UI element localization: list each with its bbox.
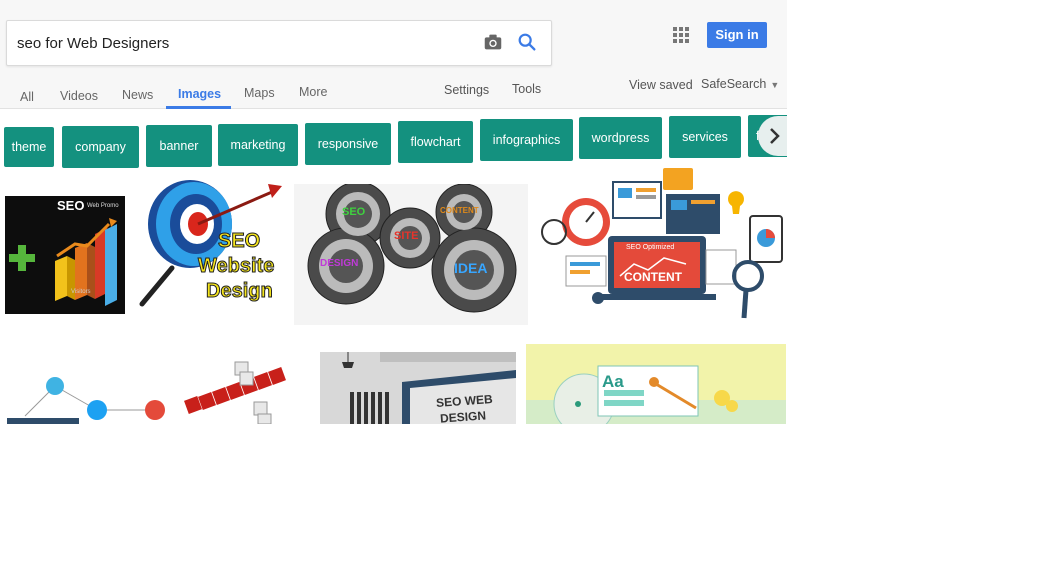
chevron-right-icon (770, 128, 780, 144)
seo-optimized-text: SEO Optimized (626, 244, 675, 251)
tab-images[interactable]: Images (178, 87, 221, 101)
search-header: Sign in All Videos News Images Maps More… (0, 0, 787, 109)
image-result-gears[interactable]: SEO SITE CONTENT DESIGN IDEA (294, 184, 528, 325)
tab-maps[interactable]: Maps (244, 86, 275, 100)
tab-videos[interactable]: Videos (60, 89, 98, 103)
gear-site-text: SITE (394, 230, 419, 242)
chevron-down-icon: ▼ (770, 79, 780, 90)
related-chips: theme company banner marketing responsiv… (0, 112, 787, 168)
chip-company[interactable]: company (62, 126, 139, 168)
search-input[interactable] (17, 30, 457, 56)
search-box[interactable] (6, 20, 552, 66)
safesearch-menu[interactable]: SafeSearch ▼ (701, 77, 779, 91)
chip-services[interactable]: services (669, 116, 741, 158)
screenshot-area: Sign in All Videos News Images Maps More… (0, 0, 787, 425)
camera-icon[interactable] (482, 31, 504, 53)
settings-link[interactable]: Settings (444, 83, 489, 97)
gear-design-text: DESIGN (320, 258, 359, 269)
gear-content-text: CONTENT (440, 206, 479, 215)
seo-target-text-1: SEO (217, 230, 261, 253)
image-result-social-network[interactable] (5, 372, 177, 424)
image-result-seo-target[interactable]: SEO Website Design (132, 176, 290, 322)
chip-wordpress[interactable]: wordpress (579, 117, 662, 159)
aa-text: Aa (602, 372, 624, 391)
tab-news[interactable]: News (122, 88, 153, 102)
image-result-design-tools[interactable]: Aa (526, 344, 786, 424)
web-promo-text: Web Promo (87, 203, 119, 209)
chip-marketing[interactable]: marketing (218, 124, 298, 166)
content-text: CONTENT (624, 270, 682, 284)
chip-banner[interactable]: banner (146, 125, 212, 167)
chips-next-button[interactable] (758, 116, 787, 156)
image-result-seo-content[interactable]: SEO Optimized CONTENT (536, 164, 786, 324)
search-icon[interactable] (516, 31, 538, 53)
active-tab-indicator (166, 106, 231, 109)
design-text: DESIGN (439, 408, 487, 424)
view-saved-link[interactable]: View saved (629, 78, 693, 92)
image-result-website-build[interactable] (180, 358, 312, 424)
sign-in-button[interactable]: Sign in (707, 22, 767, 48)
tab-all[interactable]: All (20, 90, 34, 104)
gear-idea-text: IDEA (454, 260, 488, 276)
seo-target-text-2: Website (197, 255, 275, 278)
chip-flowchart[interactable]: flowchart (398, 121, 473, 163)
gear-seo-text: SEO (342, 206, 366, 218)
apps-grid-icon[interactable] (672, 26, 690, 44)
tools-link[interactable]: Tools (512, 82, 541, 96)
seo-target-text-3: Design (206, 280, 274, 303)
image-result-seo-chart[interactable]: SEO Web Promo Visitors (5, 196, 125, 314)
seo-title-text: SEO (57, 198, 85, 213)
safesearch-label: SafeSearch (701, 77, 767, 91)
visitors-text: Visitors (71, 289, 91, 295)
tab-more[interactable]: More (299, 85, 327, 99)
chip-infographics[interactable]: infographics (480, 119, 573, 161)
chip-responsive[interactable]: responsive (305, 123, 391, 165)
chip-theme[interactable]: theme (4, 127, 54, 167)
image-result-seo-web-design[interactable]: SEO WEB DESIGN (320, 352, 516, 424)
